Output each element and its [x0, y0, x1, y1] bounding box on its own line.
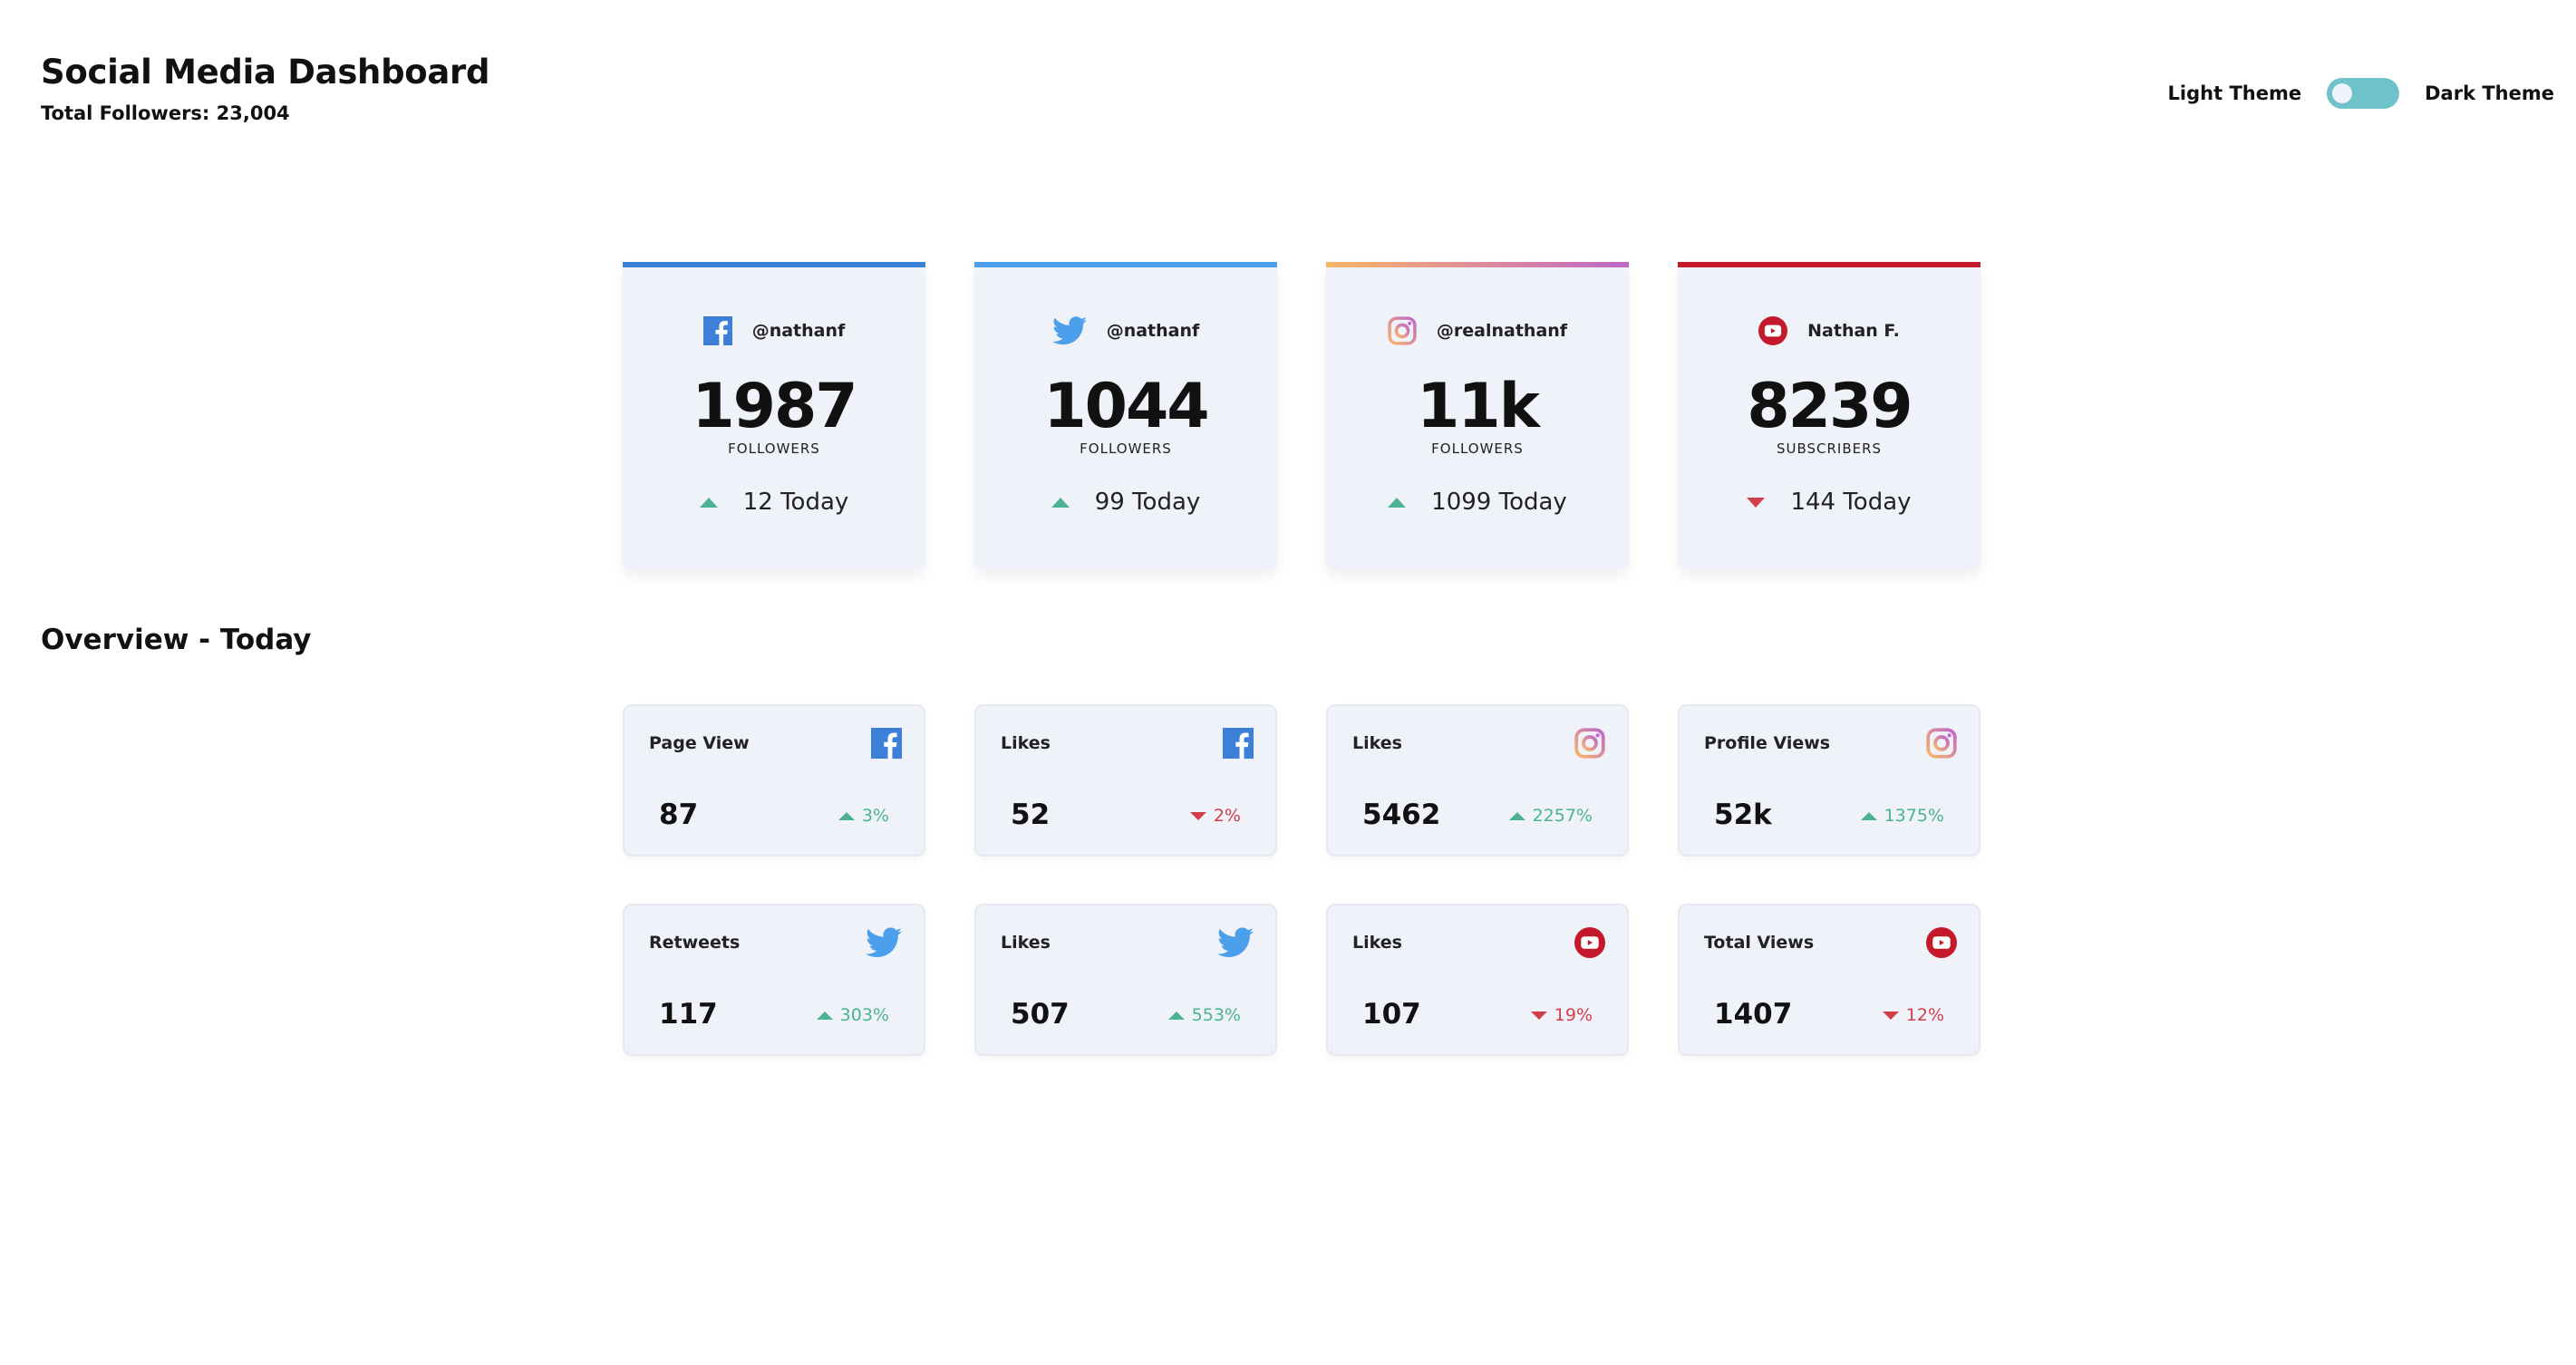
facebook-icon: [871, 728, 902, 759]
metric-value: 5462: [1362, 799, 1441, 831]
overview-card[interactable]: Likes 507 553%: [974, 904, 1277, 1056]
metric-change: 3%: [861, 806, 889, 826]
metric-label: Profile Views: [1704, 733, 1831, 753]
metric-value: 107: [1362, 998, 1421, 1031]
overview-card[interactable]: Page View 87 3%: [623, 704, 925, 857]
arrow-up-icon: [699, 497, 718, 508]
account-handle: Nathan F.: [1807, 321, 1900, 341]
youtube-icon: [1574, 927, 1605, 958]
follower-count: 11k: [1417, 371, 1540, 442]
light-theme-label: Light Theme: [2167, 82, 2302, 104]
arrow-up-icon: [1860, 811, 1877, 820]
subscriber-count: 8239: [1747, 371, 1913, 442]
facebook-follower-card[interactable]: @nathanf 1987 FOLLOWERS 12 Today: [623, 262, 925, 570]
metric-change: 303%: [839, 1005, 889, 1025]
overview-title: Overview - Today: [41, 624, 312, 656]
metric-label: Total Views: [1704, 933, 1815, 953]
metric-label: Likes: [1001, 933, 1051, 953]
follower-count: 1987: [692, 371, 857, 442]
today-change: 1099 Today: [1431, 489, 1567, 516]
instagram-icon: [1388, 316, 1417, 345]
youtube-icon: [1926, 927, 1957, 958]
follower-cards: @nathanf 1987 FOLLOWERS 12 Today @nathan…: [623, 262, 1980, 570]
arrow-down-icon: [1189, 811, 1206, 820]
arrow-down-icon: [1747, 497, 1766, 508]
overview-card[interactable]: Profile Views 52k 1375%: [1678, 704, 1980, 857]
page-title: Social Media Dashboard: [41, 53, 490, 92]
metric-value: 52k: [1714, 799, 1772, 831]
header: Social Media Dashboard Total Followers: …: [41, 53, 490, 124]
arrow-up-icon: [1167, 1011, 1185, 1020]
metric-label: Likes: [1001, 733, 1051, 753]
arrow-up-icon: [1388, 497, 1407, 508]
overview-card[interactable]: Likes 5462 2257%: [1326, 704, 1629, 857]
count-unit: FOLLOWERS: [1431, 440, 1524, 457]
metric-value: 1407: [1714, 998, 1793, 1031]
metric-label: Likes: [1352, 933, 1402, 953]
metric-value: 117: [659, 998, 718, 1031]
arrow-up-icon: [816, 1011, 833, 1020]
arrow-up-icon: [838, 811, 855, 820]
metric-label: Page View: [649, 733, 750, 753]
metric-change: 2%: [1213, 806, 1241, 826]
account-handle: @realnathanf: [1436, 321, 1568, 341]
count-unit: FOLLOWERS: [1080, 440, 1172, 457]
overview-card[interactable]: Likes 107 19%: [1326, 904, 1629, 1056]
theme-toggle[interactable]: [2327, 78, 2400, 109]
facebook-icon: [703, 316, 732, 345]
metric-change: 553%: [1191, 1005, 1241, 1025]
instagram-icon: [1574, 728, 1605, 759]
overview-grid: Page View 87 3% Likes 52 2% Likes 5462 2…: [623, 704, 1980, 1056]
today-change: 99 Today: [1094, 489, 1201, 516]
twitter-icon: [1217, 927, 1254, 958]
toggle-knob: [2332, 83, 2353, 103]
dark-theme-label: Dark Theme: [2425, 82, 2554, 104]
metric-label: Retweets: [649, 933, 741, 953]
instagram-icon: [1926, 728, 1957, 759]
count-unit: SUBSCRIBERS: [1776, 440, 1883, 457]
instagram-follower-card[interactable]: @realnathanf 11k FOLLOWERS 1099 Today: [1326, 262, 1629, 570]
metric-change: 1375%: [1884, 806, 1944, 826]
twitter-icon: [866, 927, 902, 958]
twitter-icon: [1052, 316, 1087, 345]
arrow-up-icon: [1051, 497, 1070, 508]
today-change: 12 Today: [742, 489, 849, 516]
count-unit: FOLLOWERS: [728, 440, 820, 457]
follower-count: 1044: [1043, 371, 1209, 442]
account-handle: @nathanf: [1106, 321, 1200, 341]
twitter-follower-card[interactable]: @nathanf 1044 FOLLOWERS 99 Today: [974, 262, 1277, 570]
arrow-down-icon: [1530, 1011, 1547, 1020]
card-accent-bar: [1678, 262, 1980, 267]
arrow-down-icon: [1882, 1011, 1899, 1020]
card-accent-bar: [974, 262, 1277, 267]
metric-change: 19%: [1554, 1005, 1593, 1025]
facebook-icon: [1223, 728, 1254, 759]
arrow-up-icon: [1508, 811, 1525, 820]
overview-card[interactable]: Likes 52 2%: [974, 704, 1277, 857]
theme-switcher: Light Theme Dark Theme: [2168, 78, 2554, 109]
metric-value: 507: [1011, 998, 1070, 1031]
card-accent-bar: [623, 262, 925, 267]
card-accent-bar: [1326, 262, 1629, 267]
overview-card[interactable]: Retweets 117 303%: [623, 904, 925, 1056]
metric-change: 2257%: [1532, 806, 1593, 826]
overview-card[interactable]: Total Views 1407 12%: [1678, 904, 1980, 1056]
metric-change: 12%: [1905, 1005, 1944, 1025]
metric-value: 52: [1011, 799, 1051, 831]
account-handle: @nathanf: [751, 321, 846, 341]
metric-label: Likes: [1352, 733, 1402, 753]
metric-value: 87: [659, 799, 699, 831]
total-followers: Total Followers: 23,004: [41, 102, 290, 124]
youtube-subscriber-card[interactable]: Nathan F. 8239 SUBSCRIBERS 144 Today: [1678, 262, 1980, 570]
today-change: 144 Today: [1790, 489, 1912, 516]
youtube-icon: [1758, 316, 1787, 345]
